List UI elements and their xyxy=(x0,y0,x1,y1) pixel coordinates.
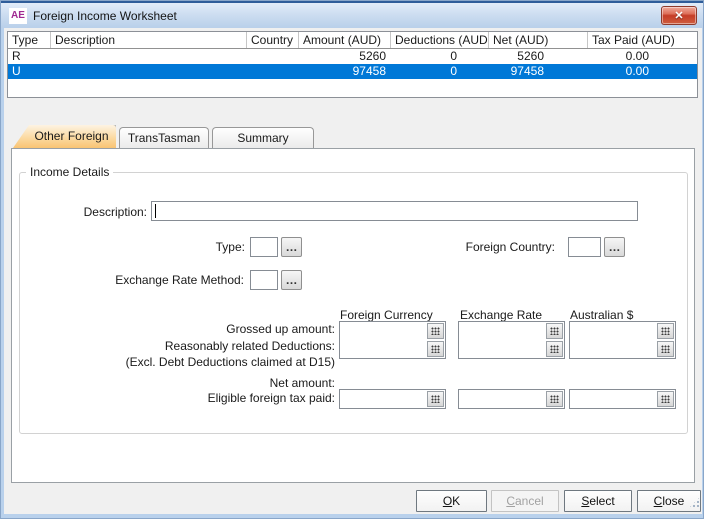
exchange-rate-method-input[interactable] xyxy=(250,270,278,290)
tab-transtasman[interactable]: TransTasman xyxy=(119,127,209,148)
cell-deductions: 0 xyxy=(390,49,488,64)
cell-description xyxy=(50,64,246,79)
grossed-up-foreign-currency-input[interactable] xyxy=(340,322,427,340)
type-browse-button[interactable]: … xyxy=(281,237,302,257)
reasonably-related-deductions-label: Reasonably related Deductions: xyxy=(12,340,335,353)
window-title: Foreign Income Worksheet xyxy=(33,9,177,23)
grid-header-description: Description xyxy=(50,32,246,48)
worksheet-grid: Type Description Country Amount (AUD) De… xyxy=(7,31,698,98)
app-icon: AE xyxy=(9,8,27,24)
keypad-icon xyxy=(661,395,670,403)
keypad-icon xyxy=(431,395,440,403)
cell-type: R xyxy=(8,49,50,64)
tab-other-foreign[interactable]: Other Foreign xyxy=(13,125,116,148)
grid-header-deductions: Deductions (AUD) xyxy=(390,32,488,48)
ellipsis-icon: … xyxy=(609,240,621,254)
foreign-country-label: Foreign Country: xyxy=(412,241,555,254)
type-input[interactable] xyxy=(250,237,278,257)
text-caret xyxy=(155,204,156,218)
description-label: Description: xyxy=(12,206,147,219)
tax-paid-box-foreign-currency xyxy=(339,389,446,409)
grid-header-type: Type xyxy=(8,32,50,48)
keypad-icon xyxy=(661,327,670,335)
keypad-icon xyxy=(431,345,440,353)
column-header-foreign-currency: Foreign Currency xyxy=(340,308,433,322)
cell-country xyxy=(246,49,298,64)
cancel-button[interactable]: Cancel xyxy=(491,490,559,512)
close-icon: ✕ xyxy=(662,8,696,24)
cell-amount: 5260 xyxy=(298,49,390,64)
debt-deductions-note: (Excl. Debt Deductions claimed at D15) xyxy=(12,356,335,369)
keypad-button[interactable] xyxy=(546,391,563,407)
grossed-up-amount-label: Grossed up amount: xyxy=(12,323,335,336)
keypad-icon xyxy=(550,345,559,353)
foreign-country-browse-button[interactable]: … xyxy=(604,237,625,257)
keypad-button[interactable] xyxy=(546,341,563,357)
exchange-rate-method-label: Exchange Rate Method: xyxy=(12,274,244,287)
dialog-client-area: Type Description Country Amount (AUD) De… xyxy=(4,28,702,514)
deductions-foreign-currency-input[interactable] xyxy=(340,340,427,358)
keypad-button[interactable] xyxy=(427,391,444,407)
amount-box-foreign-currency xyxy=(339,321,446,359)
amount-box-exchange-rate xyxy=(458,321,565,359)
cell-net: 5260 xyxy=(488,49,587,64)
ok-button[interactable]: OK xyxy=(416,490,487,512)
tab-strip: Other Foreign TransTasman Summary xyxy=(13,125,317,148)
keypad-icon xyxy=(550,327,559,335)
grid-header-country: Country xyxy=(246,32,298,48)
grid-header-tax-paid: Tax Paid (AUD) xyxy=(587,32,697,48)
tab-summary[interactable]: Summary xyxy=(212,127,314,148)
tab-content-panel: Income Details Description: Type: … Fore… xyxy=(11,148,695,483)
exchange-rate-method-browse-button[interactable]: … xyxy=(281,270,302,290)
eligible-tax-exchange-rate-input[interactable] xyxy=(459,390,546,408)
cell-country xyxy=(246,64,298,79)
cell-amount: 97458 xyxy=(298,64,390,79)
table-row[interactable]: R 5260 0 5260 0.00 xyxy=(8,49,697,64)
grossed-up-exchange-rate-input[interactable] xyxy=(459,322,546,340)
cell-tax-paid: 0.00 xyxy=(587,49,697,64)
table-row[interactable]: U 97458 0 97458 0.00 xyxy=(8,64,697,79)
eligible-tax-foreign-currency-input[interactable] xyxy=(340,390,427,408)
keypad-button[interactable] xyxy=(657,391,674,407)
keypad-button[interactable] xyxy=(657,323,674,339)
tax-paid-box-exchange-rate xyxy=(458,389,565,409)
column-header-australian-dollars: Australian $ xyxy=(570,308,633,322)
keypad-icon xyxy=(550,395,559,403)
grid-header: Type Description Country Amount (AUD) De… xyxy=(8,32,697,49)
grid-header-amount: Amount (AUD) xyxy=(298,32,390,48)
foreign-country-input[interactable] xyxy=(568,237,601,257)
amount-box-australian xyxy=(569,321,676,359)
eligible-foreign-tax-paid-label: Eligible foreign tax paid: xyxy=(12,392,335,405)
net-amount-label: Net amount: xyxy=(12,377,335,390)
select-button[interactable]: Select xyxy=(564,490,632,512)
group-title: Income Details xyxy=(26,165,113,179)
keypad-icon xyxy=(431,327,440,335)
grossed-up-australian-input[interactable] xyxy=(570,322,657,340)
eligible-tax-australian-input[interactable] xyxy=(570,390,657,408)
cell-description xyxy=(50,49,246,64)
keypad-button[interactable] xyxy=(427,323,444,339)
description-input[interactable] xyxy=(151,201,638,221)
ellipsis-icon: … xyxy=(286,273,298,287)
ellipsis-icon: … xyxy=(286,240,298,254)
cell-deductions: 0 xyxy=(390,64,488,79)
close-button[interactable]: ✕ xyxy=(661,6,697,25)
keypad-button[interactable] xyxy=(657,341,674,357)
keypad-button[interactable] xyxy=(427,341,444,357)
dialog-window: AE Foreign Income Worksheet ✕ Type Descr… xyxy=(0,0,704,519)
cell-type: U xyxy=(8,64,50,79)
keypad-button[interactable] xyxy=(546,323,563,339)
tax-paid-box-australian xyxy=(569,389,676,409)
type-label: Type: xyxy=(12,241,245,254)
cell-tax-paid: 0.00 xyxy=(587,64,697,79)
cell-net: 97458 xyxy=(488,64,587,79)
deductions-exchange-rate-input[interactable] xyxy=(459,340,546,358)
keypad-icon xyxy=(661,345,670,353)
deductions-australian-input[interactable] xyxy=(570,340,657,358)
column-header-exchange-rate: Exchange Rate xyxy=(460,308,542,322)
grid-header-net: Net (AUD) xyxy=(488,32,587,48)
titlebar: AE Foreign Income Worksheet ✕ xyxy=(1,1,703,28)
